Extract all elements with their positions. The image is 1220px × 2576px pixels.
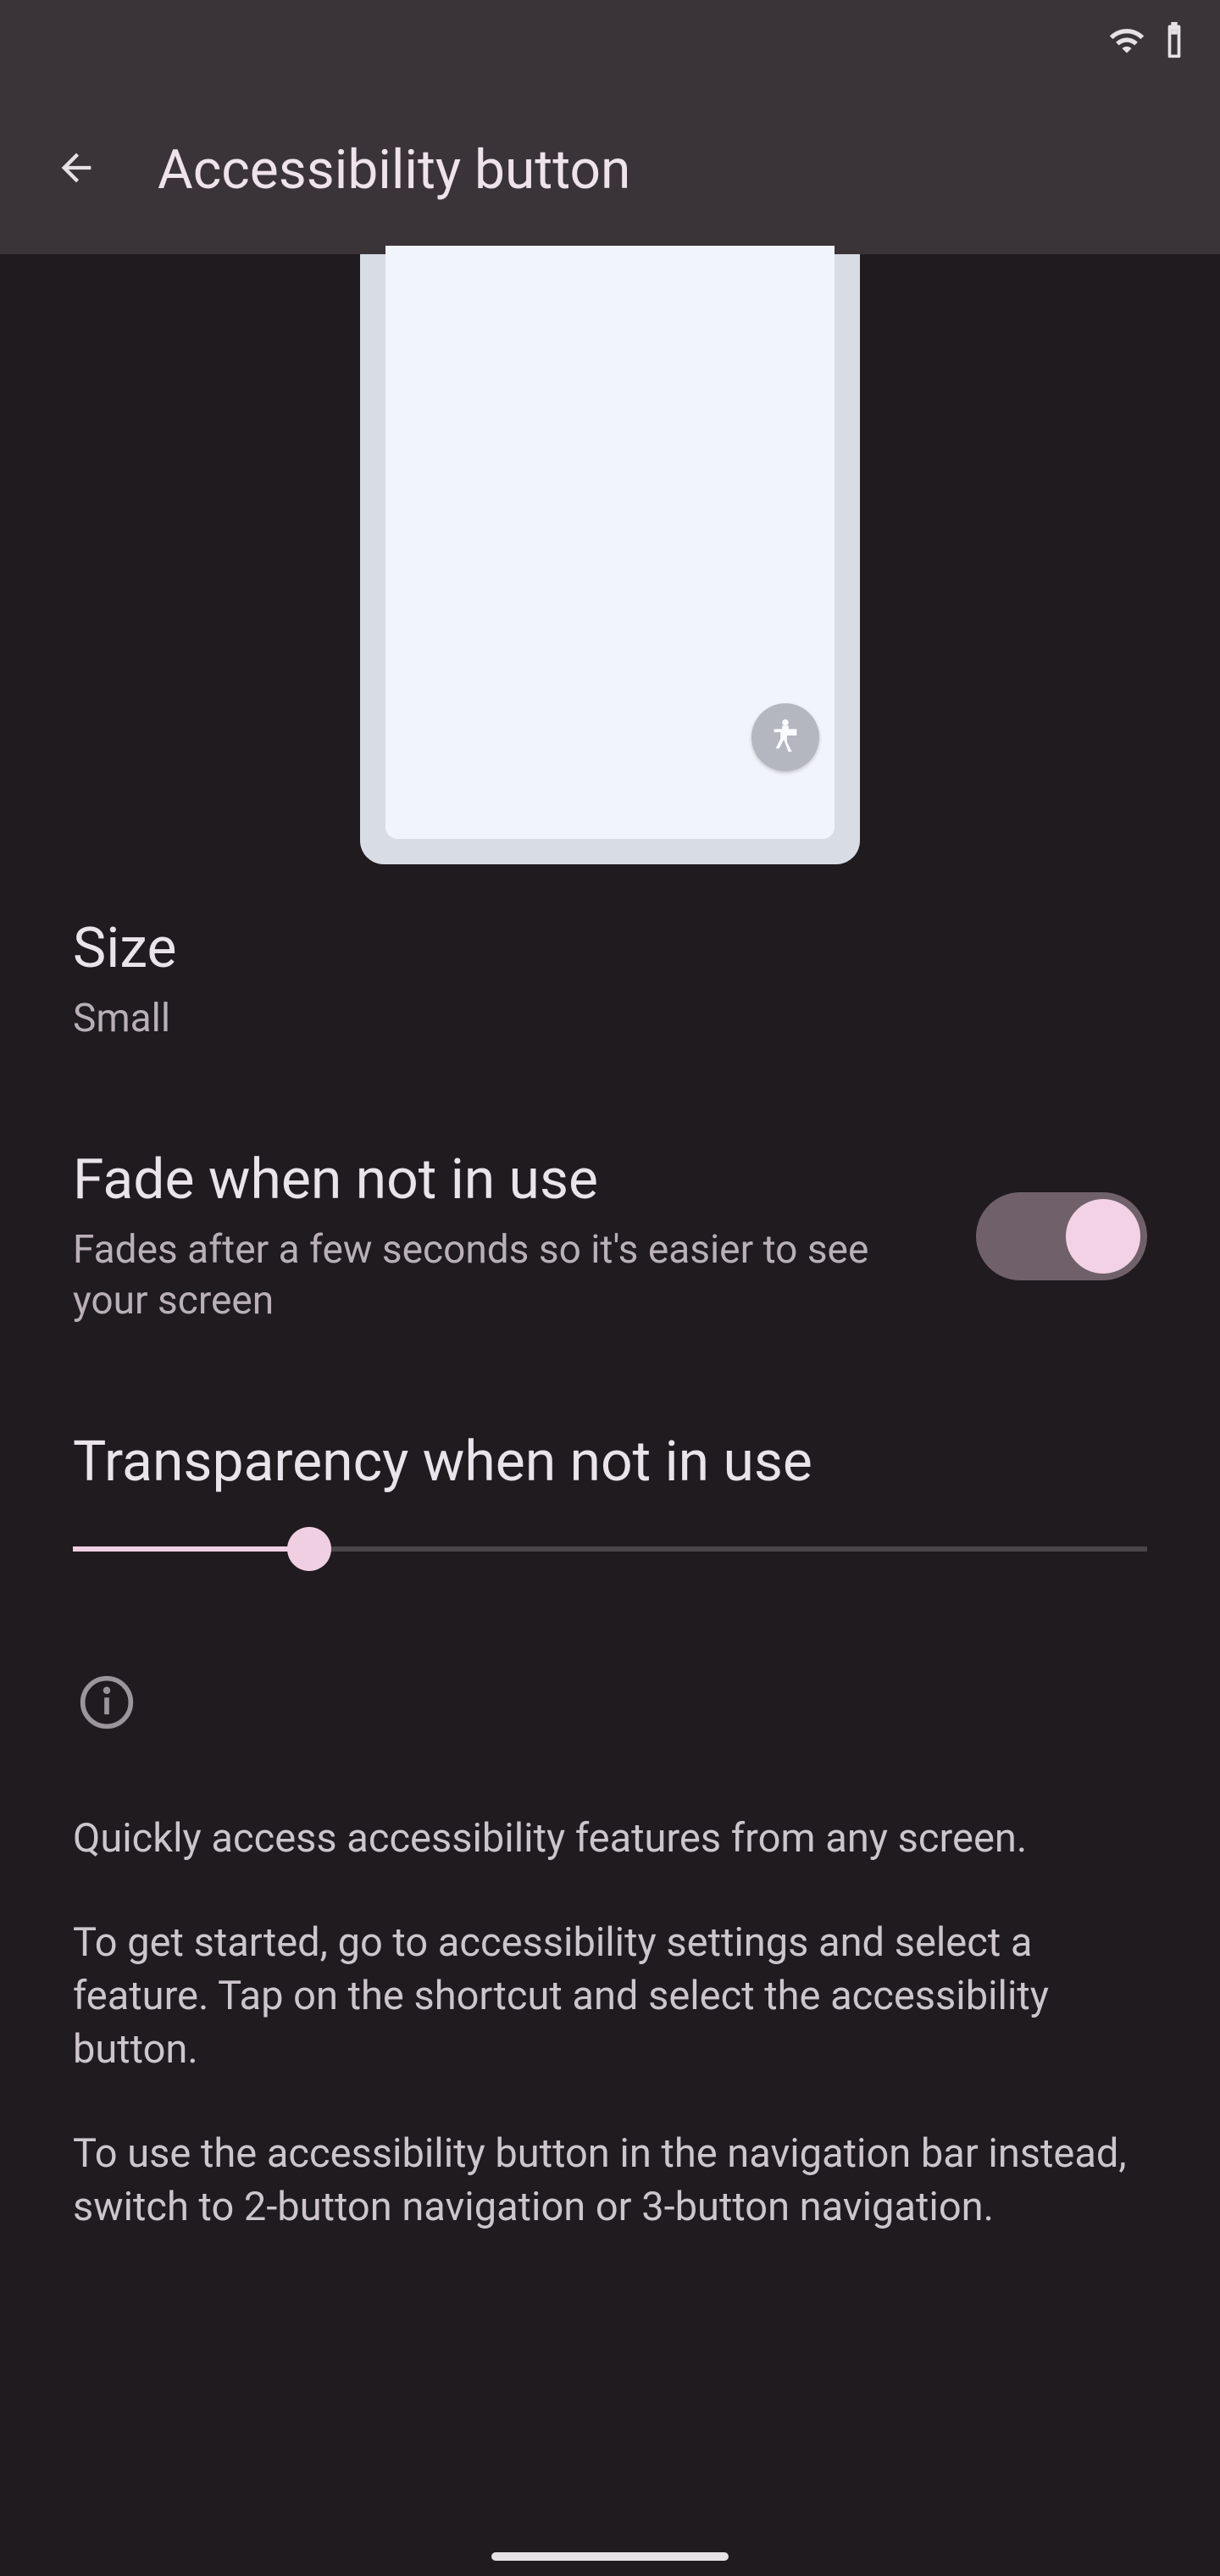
info-paragraph-1: Quickly access accessibility features fr…: [73, 1813, 1147, 1866]
phone-screen: [385, 246, 835, 839]
page-title: Accessibility button: [158, 138, 630, 202]
wifi-icon: [1108, 22, 1145, 63]
fade-setting[interactable]: Fade when not in use Fades after a few s…: [73, 1096, 1147, 1378]
accessibility-icon: [766, 716, 805, 758]
info-paragraph-3: To use the accessibility button in the n…: [73, 2128, 1147, 2235]
slider-fill: [73, 1546, 309, 1552]
phone-mock: [360, 254, 860, 864]
button-preview: [0, 254, 1220, 864]
transparency-setting: Transparency when not in use: [73, 1378, 1147, 1636]
size-value: Small: [73, 994, 1147, 1045]
slider-thumb[interactable]: [287, 1527, 331, 1571]
back-button[interactable]: [34, 127, 119, 212]
info-icon: [73, 1668, 141, 1736]
fade-title: Fade when not in use: [73, 1146, 942, 1213]
size-setting[interactable]: Size Small: [73, 864, 1147, 1096]
info-section: Quickly access accessibility features fr…: [73, 1668, 1147, 2235]
arrow-back-icon: [54, 146, 98, 193]
status-bar: [0, 0, 1220, 85]
info-paragraph-2: To get started, go to accessibility sett…: [73, 1917, 1147, 2077]
floating-accessibility-button: [751, 703, 819, 771]
app-bar: Accessibility button: [0, 85, 1220, 254]
transparency-slider[interactable]: [73, 1546, 1147, 1552]
fade-subtitle: Fades after a few seconds so it's easier…: [73, 1225, 942, 1327]
gesture-nav-bar[interactable]: [491, 2552, 729, 2561]
size-title: Size: [73, 915, 1147, 982]
battery-icon: [1162, 22, 1186, 63]
transparency-title: Transparency when not in use: [73, 1429, 1147, 1496]
fade-toggle[interactable]: [976, 1192, 1147, 1280]
